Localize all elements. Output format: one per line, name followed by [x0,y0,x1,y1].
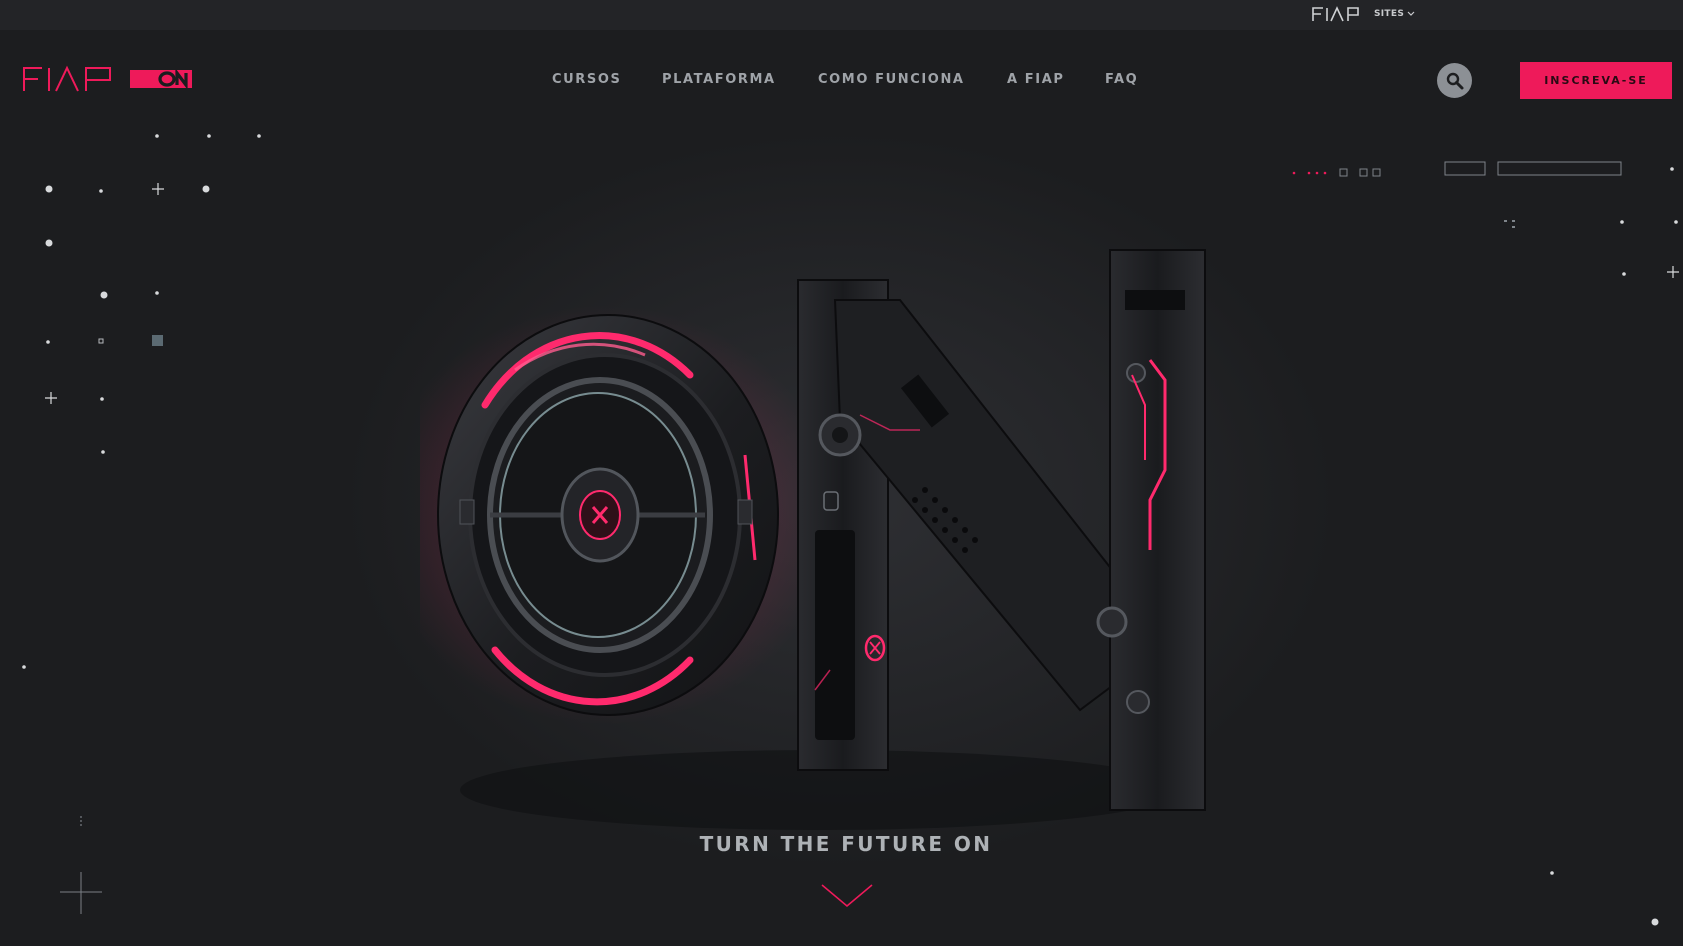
nav-item-cursos[interactable]: CURSOS [552,72,621,87]
letter-n [797,249,1206,811]
search-button[interactable] [1437,63,1472,98]
search-icon [1446,72,1463,89]
chevron-down-icon [1407,11,1415,16]
nav-item-plataforma[interactable]: PLATAFORMA [662,72,776,87]
top-utility-bar: SITES [0,0,1683,30]
inscreva-se-button[interactable]: INSCREVA-SE [1520,62,1672,99]
chevron-down-icon[interactable] [819,882,875,910]
nav-item-faq[interactable]: FAQ [1105,72,1138,87]
nav-item-a-fiap[interactable]: A FIAP [1007,72,1065,87]
fiap-brand-logo[interactable] [1311,5,1363,23]
sites-label: SITES [1374,9,1405,19]
sites-dropdown[interactable]: SITES [1374,9,1415,19]
on-hero-sculpture [420,249,1206,830]
page: SITES CURSOS PLATAFORMA COMO FUNCIONA A … [0,0,1683,946]
hero-tagline: TURN THE FUTURE ON [699,832,993,856]
letter-o [437,314,779,716]
main-nav: CURSOS PLATAFORMA COMO FUNCIONA A FIAP F… [0,72,1683,90]
nav-item-como-funciona[interactable]: COMO FUNCIONA [818,72,965,87]
